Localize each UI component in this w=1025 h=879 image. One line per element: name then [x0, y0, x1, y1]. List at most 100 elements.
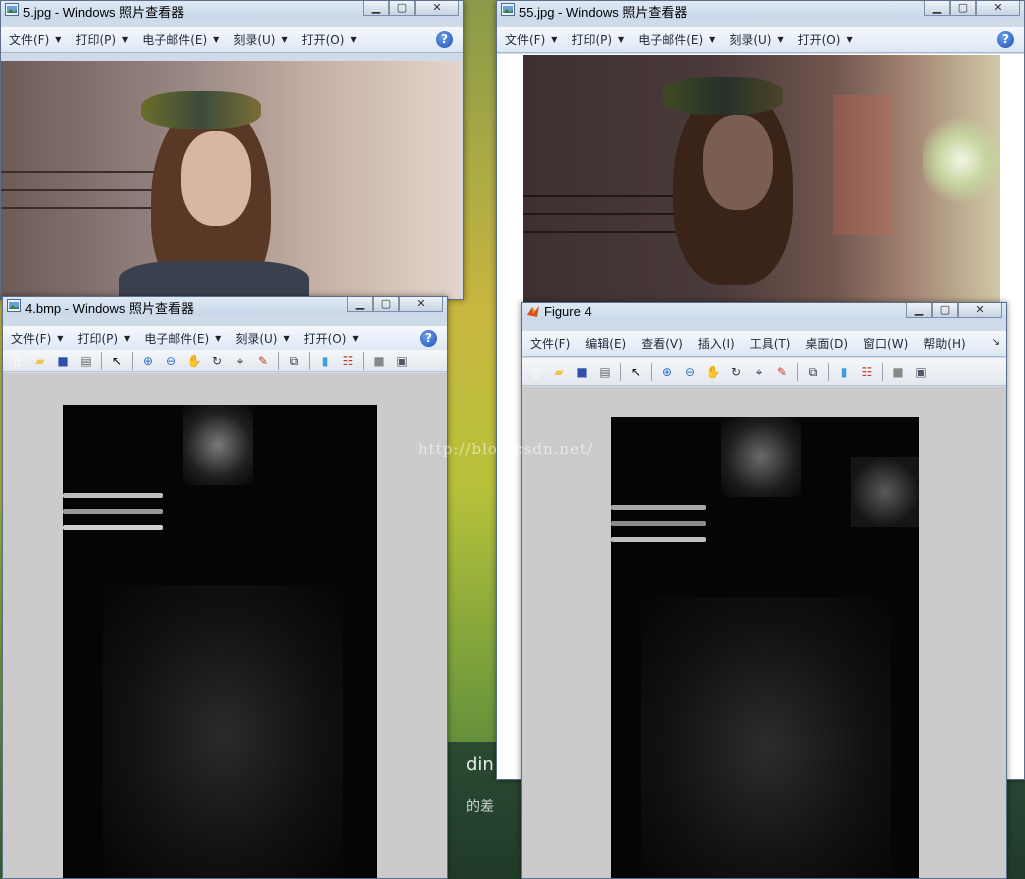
- hide-plot-tools-icon[interactable]: ■: [371, 353, 387, 369]
- window-title: 55.jpg - Windows 照片查看器: [519, 5, 688, 20]
- dropdown-arrow-icon: ▼: [352, 334, 359, 343]
- menu-item[interactable]: 打印(P) ▼: [75, 31, 128, 48]
- menu-item-label: 工具(T): [749, 337, 791, 351]
- menu-item[interactable]: 打开(O) ▼: [798, 31, 853, 48]
- menu-item-label: 查看(V): [641, 337, 683, 351]
- zoom-out-icon[interactable]: ⊖: [682, 364, 698, 380]
- hide-plot-tools-icon[interactable]: ■: [890, 364, 906, 380]
- brush-icon[interactable]: ✎: [255, 353, 271, 369]
- menu-item[interactable]: 打开(O) ▼: [302, 31, 357, 48]
- colorbar-icon[interactable]: ▮: [317, 353, 333, 369]
- rotate-3d-icon[interactable]: ↻: [209, 353, 225, 369]
- minimize-icon[interactable]: ▁: [363, 1, 389, 16]
- close-icon[interactable]: ✕: [399, 297, 443, 312]
- save-icon[interactable]: ■: [55, 353, 71, 369]
- rotate-3d-icon[interactable]: ↻: [728, 364, 744, 380]
- brush-icon[interactable]: ✎: [774, 364, 790, 380]
- close-icon[interactable]: ✕: [958, 303, 1002, 318]
- dropdown-arrow-icon: ▼: [846, 35, 853, 44]
- toolbar-separator: [309, 351, 310, 370]
- photo-image: [1, 61, 461, 299]
- menu-item-label: 打开(O): [301, 33, 345, 47]
- menu-item[interactable]: 查看(V): [641, 335, 683, 352]
- menu-item[interactable]: 文件(F) ▼: [505, 31, 557, 48]
- open-folder-icon[interactable]: ▰: [551, 364, 567, 380]
- photo-viewer-window-5jpg[interactable]: 5.jpg - Windows 照片查看器 ▁ ▢ ✕ 文件(F) ▼ 打印(P) ▼…: [0, 0, 464, 300]
- open-folder-icon[interactable]: ▰: [32, 353, 48, 369]
- maximize-icon[interactable]: ▢: [373, 297, 399, 312]
- menu-item-label: 文件(F): [11, 332, 52, 346]
- pointer-icon[interactable]: ↖: [109, 353, 125, 369]
- link-plot-icon[interactable]: ⧉: [286, 353, 302, 369]
- menu-item[interactable]: 电子邮件(E) ▼: [142, 31, 219, 48]
- menu-item[interactable]: 文件(F) ▼: [9, 31, 61, 48]
- dropdown-arrow-icon: ▼: [350, 35, 357, 44]
- show-plot-tools-icon[interactable]: ▣: [394, 353, 410, 369]
- maximize-icon[interactable]: ▢: [389, 1, 415, 16]
- legend-icon[interactable]: ☷: [340, 353, 356, 369]
- pan-icon[interactable]: ✋: [186, 353, 202, 369]
- maximize-icon[interactable]: ▢: [950, 1, 976, 16]
- menu-item[interactable]: 打开(O) ▼: [304, 330, 359, 347]
- print-icon[interactable]: ▤: [78, 353, 94, 369]
- menu-item[interactable]: 帮助(H): [923, 335, 965, 352]
- title-bar[interactable]: Figure 4 ▁ ▢ ✕: [522, 303, 1006, 321]
- menu-item[interactable]: 电子邮件(E) ▼: [638, 31, 715, 48]
- menu-item[interactable]: 打印(P) ▼: [77, 330, 130, 347]
- menu-item-label: 窗口(W): [863, 337, 909, 351]
- menu-item[interactable]: 编辑(E): [585, 335, 626, 352]
- menu-item[interactable]: 桌面(D): [805, 335, 848, 352]
- matlab-icon: [527, 306, 539, 317]
- menu-item[interactable]: 插入(I): [698, 335, 735, 352]
- title-bar[interactable]: 55.jpg - Windows 照片查看器 ▁ ▢ ✕: [497, 1, 1024, 20]
- print-icon[interactable]: ▤: [597, 364, 613, 380]
- minimize-icon[interactable]: ▁: [347, 297, 373, 312]
- new-file-icon[interactable]: ▯: [528, 364, 544, 380]
- menu-item[interactable]: 窗口(W): [863, 335, 908, 352]
- close-icon[interactable]: ✕: [976, 1, 1020, 16]
- overflow-arrow-icon[interactable]: ↘: [992, 337, 1000, 348]
- zoom-in-icon[interactable]: ⊕: [140, 353, 156, 369]
- background-text-fragment: din: [466, 754, 494, 775]
- menu-item[interactable]: 刻录(U) ▼: [235, 330, 289, 347]
- zoom-in-icon[interactable]: ⊕: [659, 364, 675, 380]
- zoom-out-icon[interactable]: ⊖: [163, 353, 179, 369]
- menu-item[interactable]: 打印(P) ▼: [571, 31, 624, 48]
- help-icon[interactable]: ?: [997, 31, 1014, 48]
- save-icon[interactable]: ■: [574, 364, 590, 380]
- menu-item-label: 打印(P): [571, 33, 613, 47]
- new-file-icon[interactable]: ▯: [9, 353, 25, 369]
- figure-canvas: [3, 373, 447, 878]
- photo-viewer-window-4bmp[interactable]: 4.bmp - Windows 照片查看器 ▁ ▢ ✕ 文件(F) ▼ 打印(P) ▼…: [2, 296, 448, 879]
- pan-icon[interactable]: ✋: [705, 364, 721, 380]
- menu-item[interactable]: 电子邮件(E) ▼: [144, 330, 221, 347]
- menu-item[interactable]: 刻录(U) ▼: [729, 31, 783, 48]
- pointer-icon[interactable]: ↖: [628, 364, 644, 380]
- legend-icon[interactable]: ☷: [859, 364, 875, 380]
- data-cursor-icon[interactable]: ⌖: [751, 364, 767, 380]
- menu-item[interactable]: 文件(F): [530, 335, 570, 352]
- menu-bar: 文件(F) ▼ 打印(P) ▼ 电子邮件(E) ▼ 刻录(U) ▼ 打开(O) ▼?: [3, 326, 447, 352]
- menu-item[interactable]: 文件(F) ▼: [11, 330, 63, 347]
- matlab-figure-window[interactable]: Figure 4 ▁ ▢ ✕ 文件(F) 编辑(E) 查看(V) 插入(I) 工具(T)…: [521, 302, 1007, 879]
- toolbar-separator: [101, 351, 102, 370]
- menu-item[interactable]: 工具(T): [750, 335, 791, 352]
- title-bar[interactable]: 5.jpg - Windows 照片查看器 ▁ ▢ ✕: [1, 1, 463, 20]
- show-plot-tools-icon[interactable]: ▣: [913, 364, 929, 380]
- menu-bar: 文件(F) 编辑(E) 查看(V) 插入(I) 工具(T) 桌面(D) 窗口(W) 帮助(H)…: [522, 331, 1006, 357]
- toolbar-separator: [882, 362, 883, 381]
- help-icon[interactable]: ?: [420, 330, 437, 347]
- title-bar[interactable]: 4.bmp - Windows 照片查看器 ▁ ▢ ✕: [3, 297, 447, 316]
- maximize-icon[interactable]: ▢: [932, 303, 958, 318]
- minimize-icon[interactable]: ▁: [906, 303, 932, 318]
- photo-viewer-icon: [7, 299, 21, 312]
- menu-item[interactable]: 刻录(U) ▼: [233, 31, 287, 48]
- close-icon[interactable]: ✕: [415, 1, 459, 16]
- minimize-icon[interactable]: ▁: [924, 1, 950, 16]
- watermark-text: http://blog.csdn.net/: [418, 440, 594, 458]
- colorbar-icon[interactable]: ▮: [836, 364, 852, 380]
- help-icon[interactable]: ?: [436, 31, 453, 48]
- data-cursor-icon[interactable]: ⌖: [232, 353, 248, 369]
- link-plot-icon[interactable]: ⧉: [805, 364, 821, 380]
- menu-item-label: 电子邮件(E): [142, 33, 208, 47]
